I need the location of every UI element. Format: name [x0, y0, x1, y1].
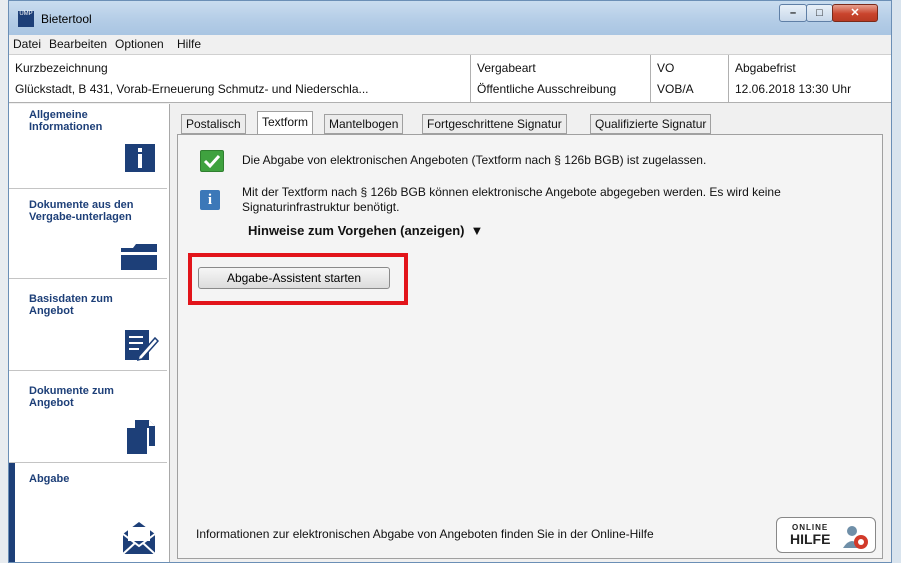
hint-link-label: Hinweise zum Vorgehen (anzeigen): [248, 223, 465, 238]
chevron-down-icon: ▼: [470, 223, 484, 238]
hint-toggle-link[interactable]: Hinweise zum Vorgehen (anzeigen) ▼: [248, 223, 483, 238]
tab-mantelbogen[interactable]: Mantelbogen: [324, 114, 404, 134]
sidebar-nav: Allgemeine Informationen Dokumente aus d…: [9, 104, 170, 562]
background-desktop-strip: [0, 0, 8, 563]
online-help-main-label: HILFE: [790, 531, 831, 547]
sidebar-item-abgabe[interactable]: Abgabe: [9, 463, 167, 562]
tab-textform[interactable]: Textform: [257, 111, 314, 135]
minimize-icon: –: [789, 7, 797, 19]
tender-info-header: Kurzbezeichnung Glückstadt, B 431, Vorab…: [9, 55, 891, 103]
vo-label: VO: [657, 61, 675, 75]
edit-form-icon: [125, 330, 159, 362]
abgabefrist-label: Abgabefrist: [735, 61, 796, 75]
header-vo: VO VOB/A: [650, 55, 728, 102]
tab-fortgeschrittene-signatur[interactable]: Fortgeschrittene Signatur: [422, 114, 567, 134]
sidebar-item-label: Basisdaten zum Angebot: [29, 293, 113, 317]
title-bar: UMP Bietertool – □ ✕: [9, 1, 891, 35]
close-icon: ✕: [850, 7, 860, 19]
sidebar-item-label: Allgemeine Informationen: [29, 109, 103, 133]
maximize-button[interactable]: □: [806, 4, 833, 22]
online-help-button[interactable]: ONLINE HILFE: [776, 517, 876, 553]
info-icon: [125, 144, 155, 172]
vergabeart-value: Öffentliche Ausschreibung: [477, 82, 617, 96]
start-assistant-button[interactable]: Abgabe-Assistent starten: [198, 267, 390, 289]
tab-postalisch[interactable]: Postalisch: [181, 114, 246, 134]
menu-datei[interactable]: Datei: [13, 37, 41, 51]
allowed-message: Die Abgabe von elektronischen Angeboten …: [242, 153, 707, 167]
app-logo-icon: UMP: [18, 11, 34, 27]
app-window: UMP Bietertool – □ ✕ Datei Bearbeiten Op…: [8, 0, 892, 563]
textform-panel: Die Abgabe von elektronischen Angeboten …: [177, 134, 883, 559]
window-title: Bietertool: [41, 12, 92, 26]
sidebar-item-dokumente-angebot[interactable]: Dokumente zum Angebot: [9, 371, 167, 463]
sidebar-item-dokumente-vergabeunterlagen[interactable]: Dokumente aus den Vergabe-unterlagen: [9, 189, 167, 279]
header-kurzbezeichnung: Kurzbezeichnung Glückstadt, B 431, Vorab…: [9, 55, 470, 102]
menu-optionen[interactable]: Optionen: [115, 37, 164, 51]
folder-icon: [121, 244, 157, 270]
sidebar-item-basisdaten-angebot[interactable]: Basisdaten zum Angebot: [9, 279, 167, 371]
help-people-icon: [843, 526, 868, 549]
vo-value: VOB/A: [657, 82, 694, 96]
menu-bar: Datei Bearbeiten Optionen Hilfe: [9, 35, 891, 55]
kurzbezeichnung-value: Glückstadt, B 431, Vorab-Erneuerung Schm…: [15, 82, 369, 96]
menu-bearbeiten[interactable]: Bearbeiten: [49, 37, 107, 51]
abgabefrist-value: 12.06.2018 13:30 Uhr: [735, 82, 852, 96]
main-content: Postalisch Textform Mantelbogen Fortgesc…: [177, 111, 883, 559]
maximize-icon: □: [816, 7, 823, 19]
header-vergabeart: Vergabeart Öffentliche Ausschreibung: [470, 55, 650, 102]
info-icon: i: [200, 190, 220, 210]
envelope-icon: [122, 522, 156, 555]
minimize-button[interactable]: –: [779, 4, 807, 22]
tab-qualifizierte-signatur[interactable]: Qualifizierte Signatur: [590, 114, 712, 134]
selected-indicator: [9, 463, 15, 562]
menu-hilfe[interactable]: Hilfe: [177, 37, 201, 51]
sidebar-item-label: Abgabe: [29, 473, 70, 485]
close-button[interactable]: ✕: [832, 4, 878, 22]
kurzbezeichnung-label: Kurzbezeichnung: [15, 61, 108, 75]
sidebar-item-label: Dokumente aus den Vergabe-unterlagen: [29, 199, 134, 223]
sidebar-item-allgemeine-informationen[interactable]: Allgemeine Informationen: [9, 104, 167, 189]
info-message: Mit der Textform nach § 126b BGB können …: [242, 185, 781, 214]
vergabeart-label: Vergabeart: [477, 61, 536, 75]
check-icon: [200, 150, 224, 172]
header-abgabefrist: Abgabefrist 12.06.2018 13:30 Uhr: [728, 55, 891, 102]
sidebar-item-label: Dokumente zum Angebot: [29, 385, 114, 409]
online-help-info-text: Informationen zur elektronischen Abgabe …: [196, 527, 654, 541]
documents-icon: [127, 420, 155, 454]
